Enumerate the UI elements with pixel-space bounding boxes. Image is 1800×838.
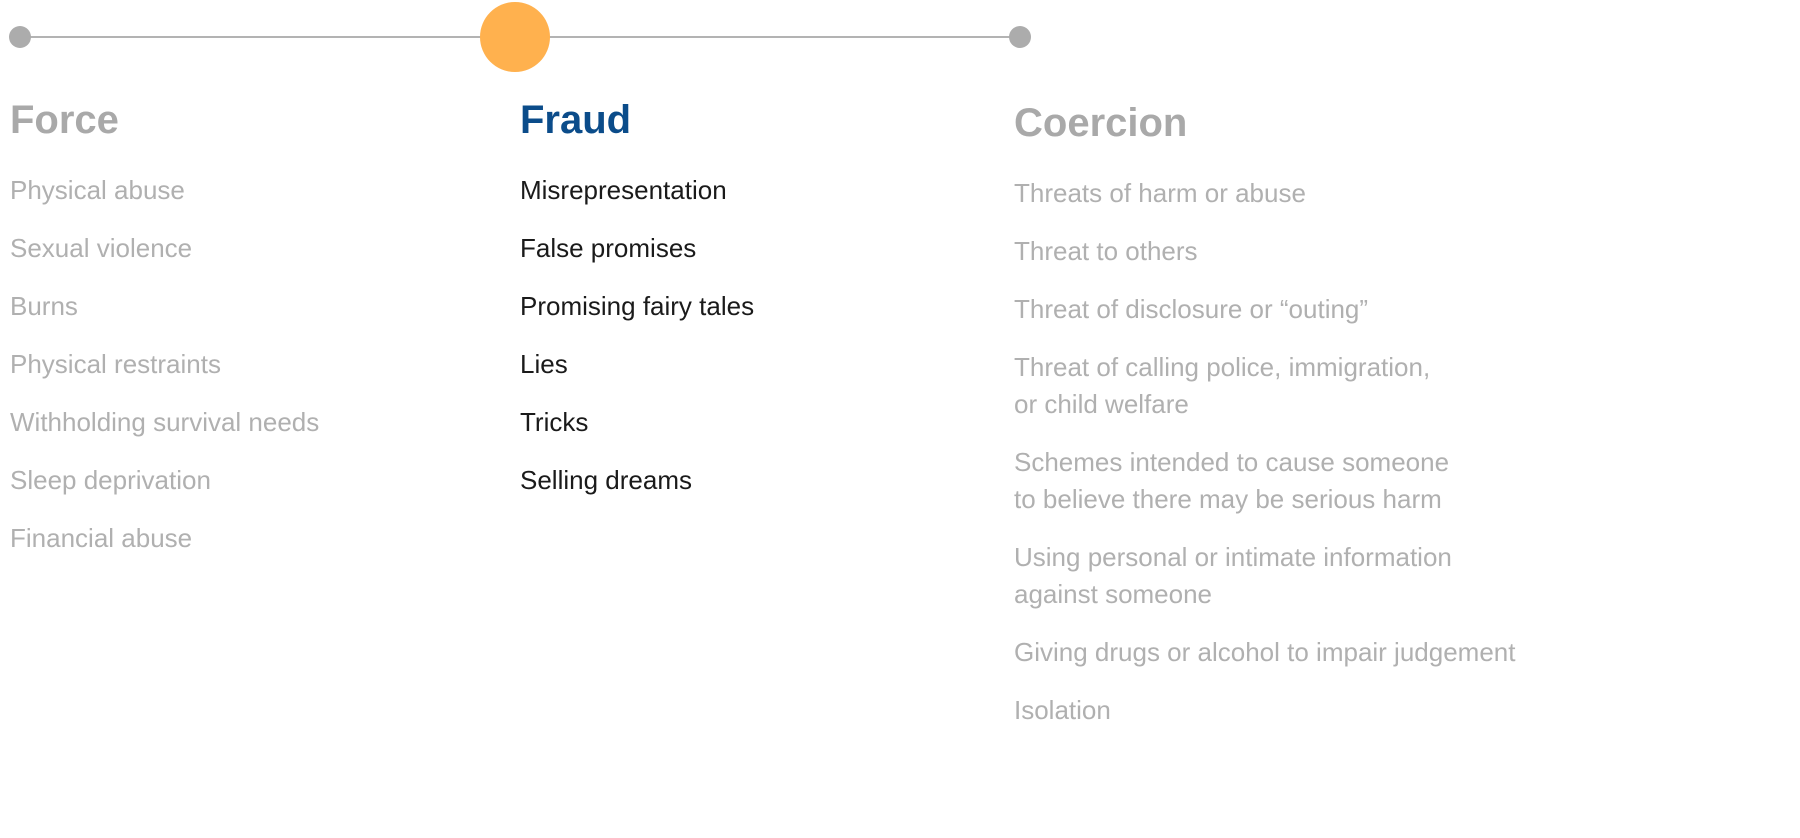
list-item: Threat of disclosure or “outing” — [1014, 294, 1369, 324]
list-item: Physical abuse — [10, 175, 185, 205]
list-item: Selling dreams — [520, 465, 692, 495]
fraud-column: Fraud Misrepresentation False promises P… — [520, 96, 754, 520]
list-item: Withholding survival needs — [10, 407, 320, 437]
list-item: Physical restraints — [10, 349, 221, 379]
list-item: Lies — [520, 349, 568, 379]
coercion-heading: Coercion — [1014, 101, 1188, 145]
list-item: Promising fairy tales — [520, 291, 755, 321]
list-item: Threat of calling police, immigration, o… — [1014, 352, 1431, 419]
step-timeline — [0, 0, 1800, 80]
timeline-node-force[interactable] — [9, 26, 31, 48]
list-item: Tricks — [520, 407, 589, 437]
fraud-heading: Fraud — [520, 98, 632, 142]
force-list: Physical abuse Sexual violence Burns Phy… — [10, 172, 319, 557]
timeline-node-fraud-active[interactable] — [480, 2, 550, 72]
list-item: Isolation — [1014, 695, 1111, 725]
list-item: Using personal or intimate information a… — [1014, 542, 1452, 609]
list-item: Threats of harm or abuse — [1014, 178, 1306, 208]
list-item: Schemes intended to cause someone to bel… — [1014, 447, 1450, 514]
list-item: False promises — [520, 233, 697, 263]
coercion-list: Threats of harm or abuse Threat to other… — [1014, 175, 1515, 729]
list-item: Financial abuse — [10, 523, 193, 553]
fraud-list: Misrepresentation False promises Promisi… — [520, 172, 754, 499]
list-item: Sleep deprivation — [10, 465, 211, 495]
list-item: Threat to others — [1014, 236, 1198, 266]
list-item: Sexual violence — [10, 233, 193, 263]
list-item: Giving drugs or alcohol to impair judgem… — [1014, 637, 1516, 667]
list-item: Burns — [10, 291, 78, 321]
force-column: Force Physical abuse Sexual violence Bur… — [10, 96, 319, 578]
force-heading: Force — [10, 98, 119, 142]
list-item: Misrepresentation — [520, 175, 727, 205]
coercion-column: Coercion Threats of harm or abuse Threat… — [1014, 99, 1515, 750]
timeline-node-coercion[interactable] — [1009, 26, 1031, 48]
slide: Force Physical abuse Sexual violence Bur… — [0, 0, 1800, 838]
